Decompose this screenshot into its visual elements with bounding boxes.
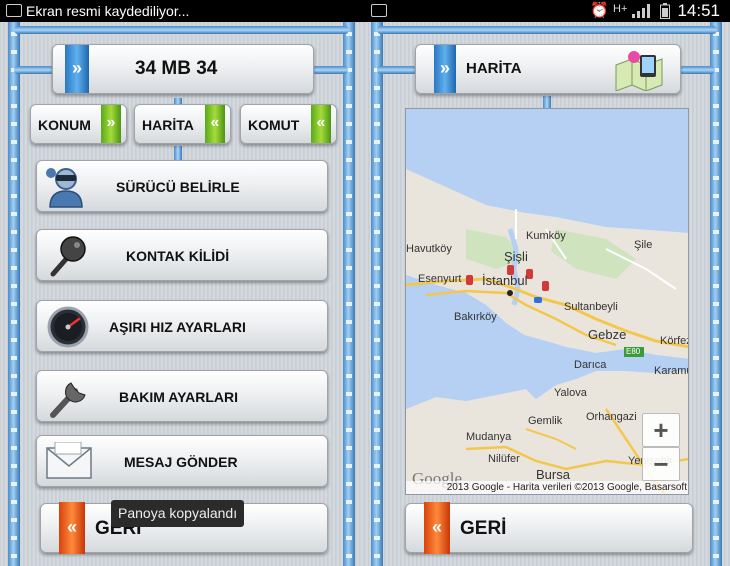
menu-item-kontak-kilidi[interactable]: KONTAK KİLİDİ (36, 229, 328, 281)
map-label: Şile (634, 239, 653, 251)
pipe (312, 66, 348, 74)
map-label: İstanbul (482, 273, 528, 288)
map-label: Havutköy (406, 243, 452, 255)
map-label: E80 (626, 347, 641, 356)
menu-item-asiri-hiz[interactable]: AŞIRI HIZ AYARLARI (36, 300, 328, 352)
chevron-down-icon: » (101, 105, 121, 143)
map-copyright: 2013 Google - Harita verileri ©2013 Goog… (406, 481, 688, 494)
menu-item-label: AŞIRI HIZ AYARLARI (109, 319, 246, 335)
map-label: Yalova (554, 387, 587, 399)
pipe (14, 66, 54, 74)
menu-item-label: MESAJ GÖNDER (124, 454, 238, 470)
map-icon (615, 51, 663, 91)
tab-label: HARİTA (142, 117, 194, 133)
tab-komut[interactable]: KOMUT « (240, 104, 337, 144)
chevron-left-icon: « (311, 105, 331, 143)
status-bar: Ekran resmi kaydediliyor... ⏰ H+ 14:51 (0, 0, 730, 22)
map-label: Bakırköy (454, 311, 497, 323)
map-label: Darıca (574, 359, 607, 371)
zoom-out-button[interactable]: − (642, 447, 680, 481)
speedometer-icon (47, 306, 89, 348)
pipe (679, 66, 715, 74)
rail (8, 22, 20, 566)
left-panel: » 34 MB 34 KONUM » HARİTA « KOMUT « SÜRÜ… (0, 22, 365, 566)
plate-header[interactable]: » 34 MB 34 (52, 44, 314, 94)
pipe (377, 26, 717, 34)
tab-label: KOMUT (248, 117, 300, 133)
signal-icon (632, 4, 650, 18)
chevron-left-icon: « (59, 502, 85, 554)
map-view[interactable]: Kumköy Havutköy Şişli Şile Esenyurt İsta… (405, 108, 689, 495)
map-label: Orhangazi (586, 411, 637, 423)
vehicle-plate: 34 MB 34 (135, 58, 218, 79)
map-label: Gebze (588, 327, 627, 342)
image-icon (6, 4, 22, 17)
alarm-icon: ⏰ (590, 2, 609, 19)
pipe (174, 146, 182, 160)
chevron-left-icon: « (205, 105, 225, 143)
notification-title: Ekran resmi kaydediliyor... (26, 3, 190, 19)
image-icon (371, 4, 387, 17)
network-type: H+ (613, 3, 628, 15)
envelope-icon (46, 442, 92, 479)
map-header-title: HARİTA (466, 60, 522, 77)
map-label: Esenyurt (418, 273, 462, 285)
wrench-icon (50, 382, 86, 418)
toast: Panoya kopyalandı (111, 500, 245, 527)
chevron-left-icon: « (424, 502, 450, 554)
map-label: Sultanbeyli (564, 301, 618, 313)
tab-label: KONUM (38, 117, 91, 133)
zoom-in-button[interactable]: + (642, 413, 680, 447)
map-label: Nilüfer (488, 453, 520, 465)
map-label: Karamürsel (654, 365, 688, 377)
menu-item-label: SÜRÜCÜ BELİRLE (116, 179, 240, 195)
chevron-down-icon: » (434, 45, 456, 93)
rail (710, 22, 722, 566)
menu-item-label: KONTAK KİLİDİ (126, 248, 230, 264)
clock: 14:51 (677, 1, 720, 20)
rail (371, 22, 383, 566)
key-icon (50, 236, 86, 277)
map-label: Gemlik (528, 415, 563, 427)
battery-icon (660, 3, 670, 19)
map-label: Kumköy (526, 230, 566, 242)
map-header[interactable]: » HARİTA (415, 44, 681, 94)
chevron-down-icon: » (65, 45, 89, 93)
rail (343, 22, 355, 566)
menu-item-surucu-belirle[interactable]: SÜRÜCÜ BELİRLE (36, 160, 328, 212)
map-label: Körfez (660, 335, 689, 347)
menu-item-mesaj-gonder[interactable]: MESAJ GÖNDER (36, 435, 328, 487)
map-label: Mudanya (466, 431, 512, 443)
menu-item-label: BAKIM AYARLARI (119, 389, 239, 405)
back-button[interactable]: « GERİ (405, 502, 693, 554)
driver-icon (46, 168, 83, 208)
pipe (543, 96, 551, 108)
menu-item-bakim-ayarlari[interactable]: BAKIM AYARLARI (36, 370, 328, 422)
map-label: Şişli (504, 249, 528, 264)
right-panel: » HARİTA Kumköy Havutköy Şişli Şile Esen… (365, 22, 730, 566)
back-label: GERİ (460, 518, 507, 539)
tab-harita[interactable]: HARİTA « (134, 104, 231, 144)
map-label: Bursa (536, 467, 570, 482)
pipe (14, 26, 349, 34)
pipe (377, 66, 417, 74)
tab-konum[interactable]: KONUM » (30, 104, 127, 144)
